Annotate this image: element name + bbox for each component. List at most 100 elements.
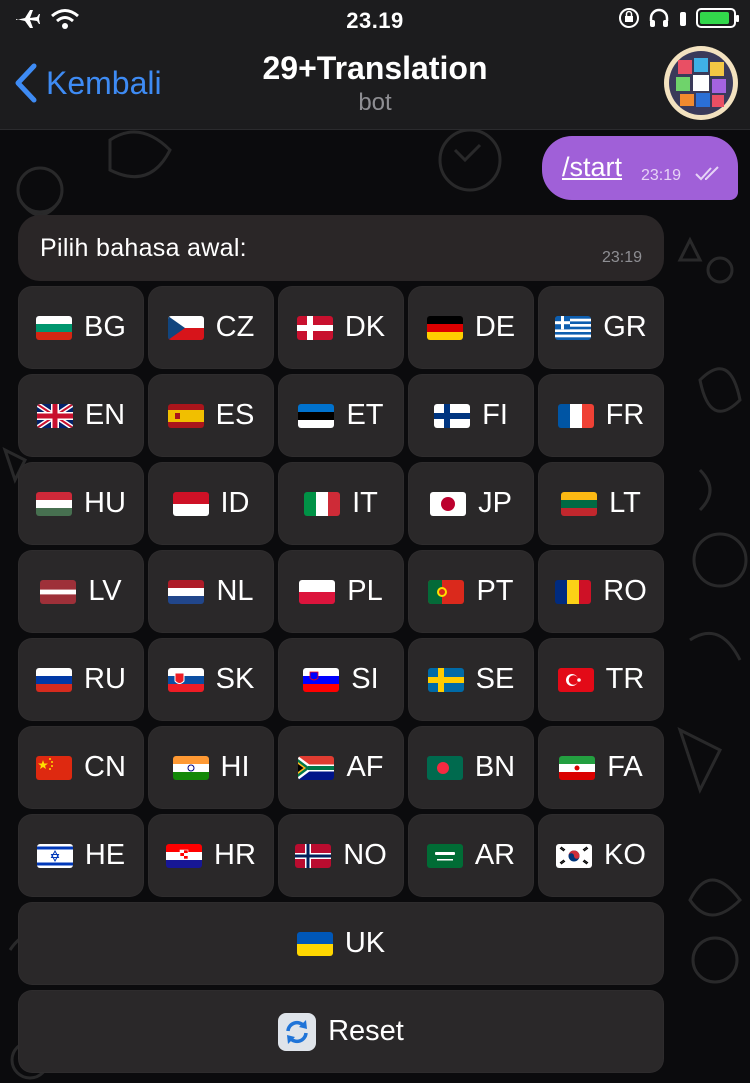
- language-button-cz[interactable]: CZ: [148, 286, 274, 369]
- language-button-pt[interactable]: PT: [408, 550, 534, 633]
- language-button-ko[interactable]: KO: [538, 814, 664, 897]
- language-code-label: AF: [346, 751, 384, 783]
- flag-il-icon: [36, 843, 73, 868]
- incoming-message-time: 23:19: [601, 249, 642, 266]
- language-button-sk[interactable]: SK: [148, 638, 274, 721]
- language-button-ru[interactable]: RU: [18, 638, 144, 721]
- language-button-hr[interactable]: HR: [148, 814, 274, 897]
- language-button-gr[interactable]: GR: [538, 286, 664, 369]
- language-code-label: ET: [346, 399, 384, 431]
- flag-it-icon: [304, 491, 341, 516]
- outgoing-message: /start 23:19: [542, 136, 738, 200]
- flag-ir-icon: [559, 755, 596, 780]
- flag-cz-icon: [167, 315, 204, 340]
- flag-pl-icon: [299, 579, 336, 604]
- language-code-label: SK: [215, 663, 255, 695]
- language-button-dk[interactable]: DK: [278, 286, 404, 369]
- language-code-label: EN: [84, 399, 126, 431]
- language-button-ro[interactable]: RO: [538, 550, 664, 633]
- flag-in-icon: [172, 755, 209, 780]
- flag-nl-icon: [168, 579, 205, 604]
- language-code-label: HR: [214, 839, 256, 871]
- language-code-label: FR: [605, 399, 645, 431]
- flag-ro-icon: [555, 579, 592, 604]
- language-button-fr[interactable]: FR: [538, 374, 664, 457]
- language-button-no[interactable]: NO: [278, 814, 404, 897]
- incoming-message: Pilih bahasa awal: 23:19: [18, 215, 664, 281]
- language-code-label: BG: [84, 311, 126, 343]
- language-button-he[interactable]: HE: [18, 814, 144, 897]
- language-button-af[interactable]: AF: [278, 726, 404, 809]
- flag-bd-icon: [426, 755, 463, 780]
- flag-dk-icon: [296, 315, 333, 340]
- flag-sk-icon: [167, 667, 204, 692]
- language-button-hu[interactable]: HU: [18, 462, 144, 545]
- flag-ua-icon: [296, 931, 333, 956]
- flag-za-icon: [298, 755, 335, 780]
- language-code-label: NO: [343, 839, 387, 871]
- language-code-label: PT: [476, 575, 514, 607]
- language-button-bg[interactable]: BG: [18, 286, 144, 369]
- language-button-es[interactable]: ES: [148, 374, 274, 457]
- language-button-se[interactable]: SE: [408, 638, 534, 721]
- flag-fr-icon: [557, 403, 594, 428]
- language-button-en[interactable]: EN: [18, 374, 144, 457]
- flag-tr-icon: [557, 667, 594, 692]
- language-button-jp[interactable]: JP: [408, 462, 534, 545]
- flag-sa-icon: [426, 843, 463, 868]
- language-code-label: HU: [84, 487, 126, 519]
- language-button-uk[interactable]: UK: [18, 902, 664, 985]
- chat-subtitle: bot: [358, 89, 392, 116]
- language-code-label: IT: [352, 487, 378, 519]
- language-button-fa[interactable]: FA: [538, 726, 664, 809]
- language-code-label: PL: [347, 575, 383, 607]
- language-button-cn[interactable]: CN: [18, 726, 144, 809]
- language-button-lt[interactable]: LT: [538, 462, 664, 545]
- chat-header: Kembali 29+Translation bot: [0, 40, 750, 130]
- flag-gb-icon: [36, 403, 73, 428]
- language-button-hi[interactable]: HI: [148, 726, 274, 809]
- flag-bg-icon: [36, 315, 73, 340]
- language-code-label: CN: [84, 751, 126, 783]
- language-button-nl[interactable]: NL: [148, 550, 274, 633]
- outgoing-message-text[interactable]: /start: [562, 152, 622, 183]
- language-code-label: RO: [603, 575, 647, 607]
- flag-es-icon: [167, 403, 204, 428]
- reset-label: Reset: [328, 1015, 404, 1047]
- chat-title-area[interactable]: 29+Translation bot: [0, 50, 750, 117]
- signal-icon: [680, 12, 686, 26]
- language-button-et[interactable]: ET: [278, 374, 404, 457]
- bot-avatar[interactable]: [664, 46, 738, 120]
- language-button-fi[interactable]: FI: [408, 374, 534, 457]
- language-button-lv[interactable]: LV: [18, 550, 144, 633]
- language-code-label: DK: [344, 311, 386, 343]
- incoming-message-text: Pilih bahasa awal:: [40, 234, 247, 262]
- language-code-label: TR: [605, 663, 645, 695]
- flag-lv-icon: [40, 579, 77, 604]
- outgoing-message-time: 23:19: [641, 167, 682, 184]
- reset-button[interactable]: Reset: [18, 990, 664, 1073]
- language-button-ar[interactable]: AR: [408, 814, 534, 897]
- language-code-label: DE: [474, 311, 516, 343]
- flag-hr-icon: [166, 843, 203, 868]
- language-button-id[interactable]: ID: [148, 462, 274, 545]
- language-button-pl[interactable]: PL: [278, 550, 404, 633]
- battery-icon: [696, 8, 739, 28]
- language-button-it[interactable]: IT: [278, 462, 404, 545]
- language-code-label: SE: [475, 663, 515, 695]
- headphones-icon: [649, 8, 669, 27]
- chat-title: 29+Translation: [262, 50, 488, 86]
- language-button-bn[interactable]: BN: [408, 726, 534, 809]
- language-code-label: RU: [84, 663, 126, 695]
- language-button-de[interactable]: DE: [408, 286, 534, 369]
- language-code-label: FA: [607, 751, 643, 783]
- language-code-label: CZ: [215, 311, 255, 343]
- flag-lt-icon: [561, 491, 598, 516]
- refresh-icon: [278, 1012, 317, 1051]
- language-code-label: JP: [478, 487, 512, 519]
- flag-hu-icon: [36, 491, 73, 516]
- language-button-si[interactable]: SI: [278, 638, 404, 721]
- language-button-tr[interactable]: TR: [538, 638, 664, 721]
- flag-si-icon: [303, 667, 340, 692]
- language-code-label: SI: [351, 663, 379, 695]
